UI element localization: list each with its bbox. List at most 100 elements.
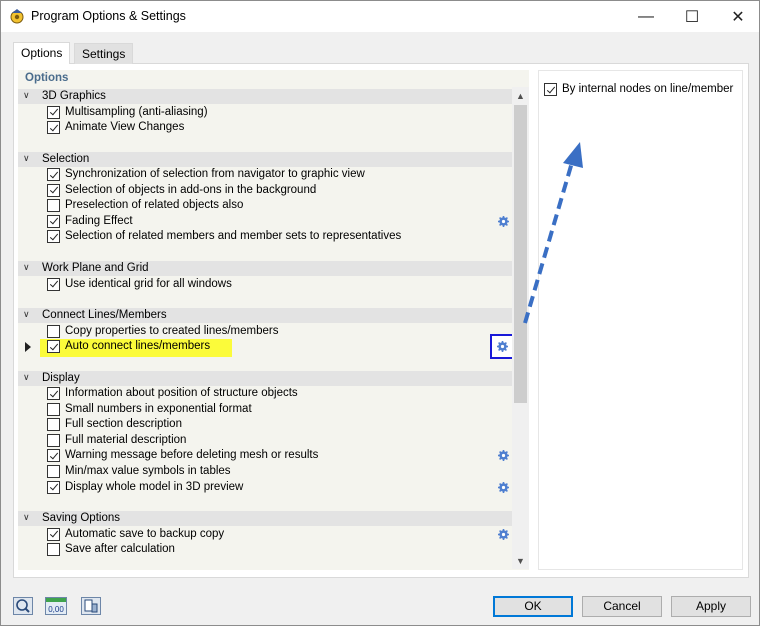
option-row[interactable]: Animate View Changes: [18, 120, 512, 136]
option-row[interactable]: Warning message before deleting mesh or …: [18, 448, 512, 464]
option-checkbox[interactable]: [47, 418, 60, 432]
collapse-chevron-icon[interactable]: ∨: [23, 309, 30, 320]
cancel-button[interactable]: Cancel: [582, 596, 662, 617]
option-checkbox[interactable]: [47, 402, 60, 416]
chevron-down-icon: ▼: [516, 555, 525, 566]
group-title: Saving Options: [42, 512, 120, 525]
option-checkbox[interactable]: [47, 387, 60, 401]
group-header[interactable]: ∨ Saving Options: [18, 511, 512, 527]
gear-icon[interactable]: [498, 528, 509, 540]
collapse-chevron-icon[interactable]: ∨: [23, 90, 30, 101]
gear-icon[interactable]: [497, 341, 508, 353]
option-checkbox[interactable]: [47, 277, 60, 291]
collapse-chevron-icon[interactable]: ∨: [23, 153, 30, 164]
group-header[interactable]: ∨ Selection: [18, 151, 512, 167]
option-row[interactable]: Fading Effect: [18, 214, 512, 230]
option-row[interactable]: Information about position of structure …: [18, 386, 512, 402]
collapse-chevron-icon[interactable]: ∨: [23, 372, 30, 383]
option-row[interactable]: Full material description: [18, 433, 512, 449]
gear-highlight-frame: [490, 334, 512, 360]
collapse-chevron-icon[interactable]: ∨: [23, 512, 30, 523]
internal-nodes-checkbox[interactable]: [544, 83, 557, 96]
maximize-button[interactable]: ☐: [669, 1, 715, 32]
group-header[interactable]: ∨ Connect Lines/Members: [18, 308, 512, 324]
option-label: Synchronization of selection from naviga…: [65, 168, 365, 181]
close-button[interactable]: ✕: [715, 1, 759, 32]
option-row[interactable]: Synchronization of selection from naviga…: [18, 167, 512, 183]
option-row[interactable]: Selection of related members and member …: [18, 229, 512, 245]
option-checkbox[interactable]: [47, 433, 60, 447]
option-row[interactable]: Small numbers in exponential format: [18, 402, 512, 418]
option-row[interactable]: Automatic save to backup copy: [18, 527, 512, 543]
chevron-up-icon: ▲: [516, 90, 525, 101]
option-row-selected[interactable]: Auto connect lines/members: [18, 334, 512, 360]
option-checkbox[interactable]: [47, 324, 60, 338]
window-title: Program Options & Settings: [31, 9, 186, 23]
option-row[interactable]: Full section description: [18, 417, 512, 433]
tab-options[interactable]: Options: [13, 42, 71, 64]
ok-button[interactable]: OK: [493, 596, 573, 617]
option-label: Full material description: [65, 433, 187, 446]
option-checkbox[interactable]: [47, 527, 60, 541]
option-row[interactable]: Use identical grid for all windows: [18, 277, 512, 293]
options-header: Options: [25, 72, 69, 84]
option-checkbox[interactable]: [47, 105, 60, 119]
option-label: Selection of related members and member …: [65, 230, 402, 243]
option-label: Save after calculation: [65, 543, 175, 556]
option-label: Small numbers in exponential format: [65, 402, 252, 415]
scroll-down-button[interactable]: ▼: [512, 552, 529, 569]
option-checkbox[interactable]: [47, 199, 60, 213]
title-bar: Program Options & Settings — ☐ ✕: [1, 1, 759, 32]
help-button[interactable]: [12, 596, 34, 616]
option-checkbox[interactable]: [47, 465, 60, 478]
group-title: Work Plane and Grid: [42, 261, 149, 274]
group-title: Connect Lines/Members: [42, 309, 167, 322]
gear-icon[interactable]: [498, 450, 509, 462]
option-checkbox[interactable]: [47, 121, 60, 135]
option-checkbox[interactable]: [47, 183, 60, 197]
close-icon: ✕: [731, 8, 745, 26]
callout-arrow: [523, 142, 583, 324]
collapse-chevron-icon[interactable]: ∨: [23, 262, 30, 273]
device-settings-icon: [81, 597, 101, 615]
minimize-button[interactable]: —: [623, 1, 669, 32]
option-checkbox[interactable]: [47, 543, 60, 557]
device-settings-button[interactable]: [80, 596, 102, 616]
option-checkbox[interactable]: [47, 214, 60, 228]
option-label: Full section description: [65, 418, 182, 431]
detail-option-row[interactable]: By internal nodes on line/member: [544, 82, 739, 98]
apply-button[interactable]: Apply: [671, 596, 751, 617]
option-checkbox[interactable]: [47, 449, 60, 463]
option-row[interactable]: Selection of objects in add-ons in the b…: [18, 183, 512, 199]
option-label: Auto connect lines/members: [65, 340, 211, 353]
tab-settings[interactable]: Settings: [74, 43, 134, 64]
option-row[interactable]: Save after calculation: [18, 542, 512, 558]
option-row[interactable]: Display whole model in 3D preview: [18, 480, 512, 496]
options-list[interactable]: ∨ 3D Graphics Multisampling (anti-aliasing…: [18, 87, 512, 569]
option-label: Min/max value symbols in tables: [65, 465, 231, 477]
scroll-up-button[interactable]: ▲: [512, 87, 529, 104]
group-header[interactable]: ∨ Display: [18, 370, 512, 386]
group-title: Display: [42, 371, 80, 384]
option-row[interactable]: Min/max value symbols in tables: [18, 464, 512, 480]
help-icon: [13, 597, 33, 615]
option-checkbox[interactable]: [47, 480, 60, 494]
detail-option-label: By internal nodes on line/member: [562, 83, 734, 95]
gear-icon[interactable]: [498, 215, 509, 227]
option-label: Display whole model in 3D preview: [65, 480, 244, 493]
option-label: Animate View Changes: [65, 121, 185, 134]
units-button[interactable]: 0,00: [45, 596, 67, 616]
group-header[interactable]: ∨ Work Plane and Grid: [18, 260, 512, 276]
option-checkbox[interactable]: [47, 340, 60, 354]
option-checkbox[interactable]: [47, 230, 60, 244]
group-header[interactable]: ∨ 3D Graphics: [18, 89, 512, 104]
units-icon-text: 0,00: [48, 605, 64, 614]
option-row[interactable]: Multisampling (anti-aliasing): [18, 105, 512, 121]
option-row[interactable]: Preselection of related objects also: [18, 198, 512, 214]
option-label: Multisampling (anti-aliasing): [65, 105, 208, 118]
option-row[interactable]: Copy properties to created lines/members: [18, 324, 512, 340]
maximize-icon: ☐: [684, 8, 700, 26]
option-checkbox[interactable]: [47, 168, 60, 182]
option-label: Automatic save to backup copy: [65, 527, 225, 540]
gear-icon[interactable]: [498, 481, 509, 493]
